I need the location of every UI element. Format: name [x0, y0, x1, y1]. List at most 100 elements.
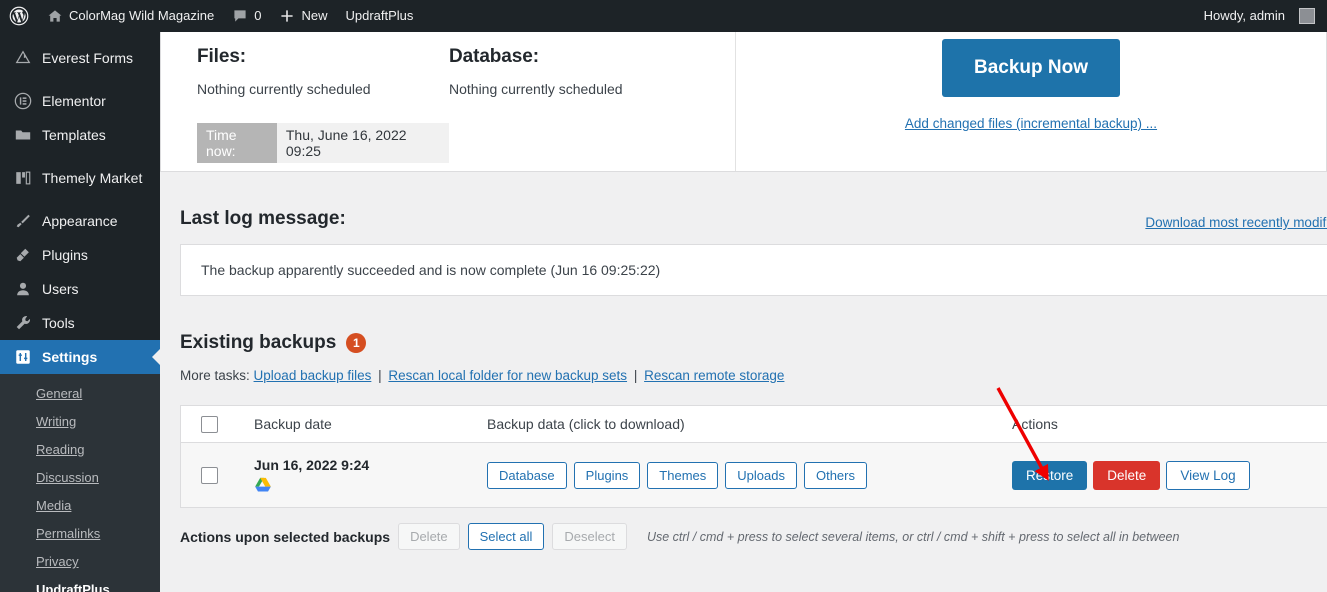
files-status: Nothing currently scheduled	[197, 81, 371, 97]
plug-icon	[13, 245, 33, 265]
home-icon	[47, 8, 63, 24]
files-title: Files:	[197, 46, 247, 67]
download-plugins-button[interactable]: Plugins	[573, 461, 641, 489]
existing-backups-count-badge: 1	[346, 333, 367, 353]
submenu-item-discussion[interactable]: Discussion	[0, 464, 160, 492]
existing-backups-header: Existing backups 1	[160, 296, 1327, 354]
backup-now-button[interactable]: Backup Now	[942, 39, 1120, 97]
grid-icon	[13, 168, 33, 188]
bulk-deselect-button[interactable]: Deselect	[552, 523, 627, 550]
rescan-remote-storage-link[interactable]: Rescan remote storage	[644, 368, 784, 383]
submenu-item-writing[interactable]: Writing	[0, 408, 160, 436]
bulk-actions-label: Actions upon selected backups	[180, 528, 391, 545]
menu-separator	[0, 195, 160, 204]
new-content-menu[interactable]: New	[270, 0, 336, 32]
sidebar-item-label: Settings	[42, 349, 98, 365]
sidebar-item-themely-market[interactable]: Themely Market	[0, 161, 160, 195]
folder-icon	[13, 125, 33, 145]
main-content: Files: Nothing currently scheduled Time …	[160, 32, 1327, 592]
sidebar-item-label: Appearance	[42, 213, 118, 229]
sidebar-item-templates[interactable]: Templates	[0, 118, 160, 152]
sidebar-item-label: Templates	[42, 127, 106, 143]
last-log-header: Last log message: Download most recently…	[160, 172, 1327, 230]
download-log-link[interactable]: Download most recently modified log file	[1145, 215, 1327, 230]
wordpress-logo-menu[interactable]	[0, 0, 38, 32]
task-separator: |	[378, 368, 382, 383]
comments-menu[interactable]: 0	[223, 0, 270, 32]
sidebar-item-settings[interactable]: Settings	[0, 340, 160, 374]
new-content-label: New	[301, 8, 328, 23]
select-all-checkbox[interactable]	[200, 415, 218, 433]
site-name-label: ColorMag Wild Magazine	[69, 8, 215, 23]
table-row: Jun 16, 2022 9:24 Database Plugins Themes U…	[181, 443, 1327, 507]
backups-table: Backup date Backup data (click to downlo…	[180, 405, 1327, 508]
sidebar-menu: Everest Forms Elementor Templates Themely M…	[0, 41, 160, 374]
database-title: Database:	[449, 46, 539, 67]
submenu-item-updraftplus-backups[interactable]: UpdraftPlus Backups	[0, 576, 160, 592]
settings-submenu: General Writing Reading Discussion Media Perm…	[0, 374, 160, 592]
submenu-item-reading[interactable]: Reading	[0, 436, 160, 464]
rescan-local-folder-link[interactable]: Rescan local folder for new backup sets	[388, 368, 627, 383]
row-select-cell	[181, 466, 237, 484]
menu-separator	[0, 75, 160, 84]
download-database-button[interactable]: Database	[487, 461, 567, 489]
account-menu[interactable]: Howdy, admin	[1195, 0, 1327, 32]
site-name-menu[interactable]: ColorMag Wild Magazine	[38, 0, 223, 32]
time-now-value: Thu, June 16, 2022 09:25	[276, 123, 449, 163]
wordpress-logo-icon	[9, 6, 29, 26]
database-schedule-column: Database: Nothing currently scheduled	[449, 46, 701, 171]
submenu-item-privacy[interactable]: Privacy	[0, 548, 160, 576]
database-status: Nothing currently scheduled	[449, 81, 623, 97]
column-backup-date: Backup date	[254, 416, 332, 432]
sidebar-item-plugins[interactable]: Plugins	[0, 238, 160, 272]
wrench-icon	[13, 313, 33, 333]
menu-separator	[0, 152, 160, 161]
delete-button[interactable]: Delete	[1093, 460, 1161, 490]
user-icon	[13, 279, 33, 299]
row-data-cell: Database Plugins Themes Uploads Others	[487, 461, 1012, 489]
existing-backups-heading: Existing backups	[180, 332, 337, 353]
row-date-cell: Jun 16, 2022 9:24	[237, 457, 487, 493]
more-tasks-label: More tasks:	[180, 368, 250, 383]
admin-bar: ColorMag Wild Magazine 0 New UpdraftPlus…	[0, 0, 1327, 32]
bulk-actions-hint: Use ctrl / cmd + press to select several…	[646, 529, 1180, 544]
bulk-actions-bar: Actions upon selected backups Delete Sel…	[180, 523, 1327, 550]
submenu-item-media[interactable]: Media	[0, 492, 160, 520]
paintbrush-icon	[13, 211, 33, 231]
download-others-button[interactable]: Others	[803, 461, 867, 489]
sidebar-item-elementor[interactable]: Elementor	[0, 84, 160, 118]
time-now-label: Time now:	[197, 123, 277, 163]
google-drive-icon	[254, 477, 272, 493]
more-tasks-row: More tasks: Upload backup files | Rescan…	[160, 354, 1327, 383]
current-menu-arrow	[152, 349, 160, 365]
sidebar-item-tools[interactable]: Tools	[0, 306, 160, 340]
backup-now-area: Backup Now Add changed files (incrementa…	[736, 32, 1326, 171]
select-all-header-cell	[181, 415, 237, 433]
last-log-box: The backup apparently succeeded and is n…	[180, 244, 1327, 296]
admin-sidebar: Everest Forms Elementor Templates Themely M…	[0, 32, 160, 592]
backups-table-header: Backup date Backup data (click to downlo…	[181, 406, 1327, 443]
submenu-item-permalinks[interactable]: Permalinks	[0, 520, 160, 548]
download-uploads-button[interactable]: Uploads	[725, 461, 797, 489]
view-log-button[interactable]: View Log	[1166, 460, 1250, 490]
updraftplus-label: UpdraftPlus	[345, 8, 414, 23]
updraftplus-menu[interactable]: UpdraftPlus	[336, 0, 422, 32]
restore-button[interactable]: Restore	[1012, 460, 1088, 490]
comments-count: 0	[254, 8, 262, 23]
bulk-delete-button[interactable]: Delete	[398, 523, 460, 550]
bulk-select-all-button[interactable]: Select all	[467, 523, 545, 550]
sidebar-item-label: Users	[42, 281, 79, 297]
sidebar-item-everest-forms[interactable]: Everest Forms	[0, 41, 160, 75]
screen: ColorMag Wild Magazine 0 New UpdraftPlus…	[0, 0, 1327, 592]
schedule-card: Files: Nothing currently scheduled Time …	[160, 32, 1327, 172]
incremental-backup-link[interactable]: Add changed files (incremental backup) .…	[905, 116, 1157, 131]
sidebar-item-users[interactable]: Users	[0, 272, 160, 306]
submenu-item-general[interactable]: General	[0, 380, 160, 408]
download-themes-button[interactable]: Themes	[647, 461, 719, 489]
upload-backup-files-link[interactable]: Upload backup files	[254, 368, 372, 383]
sidebar-item-appearance[interactable]: Appearance	[0, 204, 160, 238]
files-schedule-column: Files: Nothing currently scheduled Time …	[197, 46, 449, 171]
column-backup-data: Backup data (click to download)	[487, 416, 685, 432]
sidebar-item-label: Elementor	[42, 93, 106, 109]
row-checkbox[interactable]	[200, 466, 218, 484]
